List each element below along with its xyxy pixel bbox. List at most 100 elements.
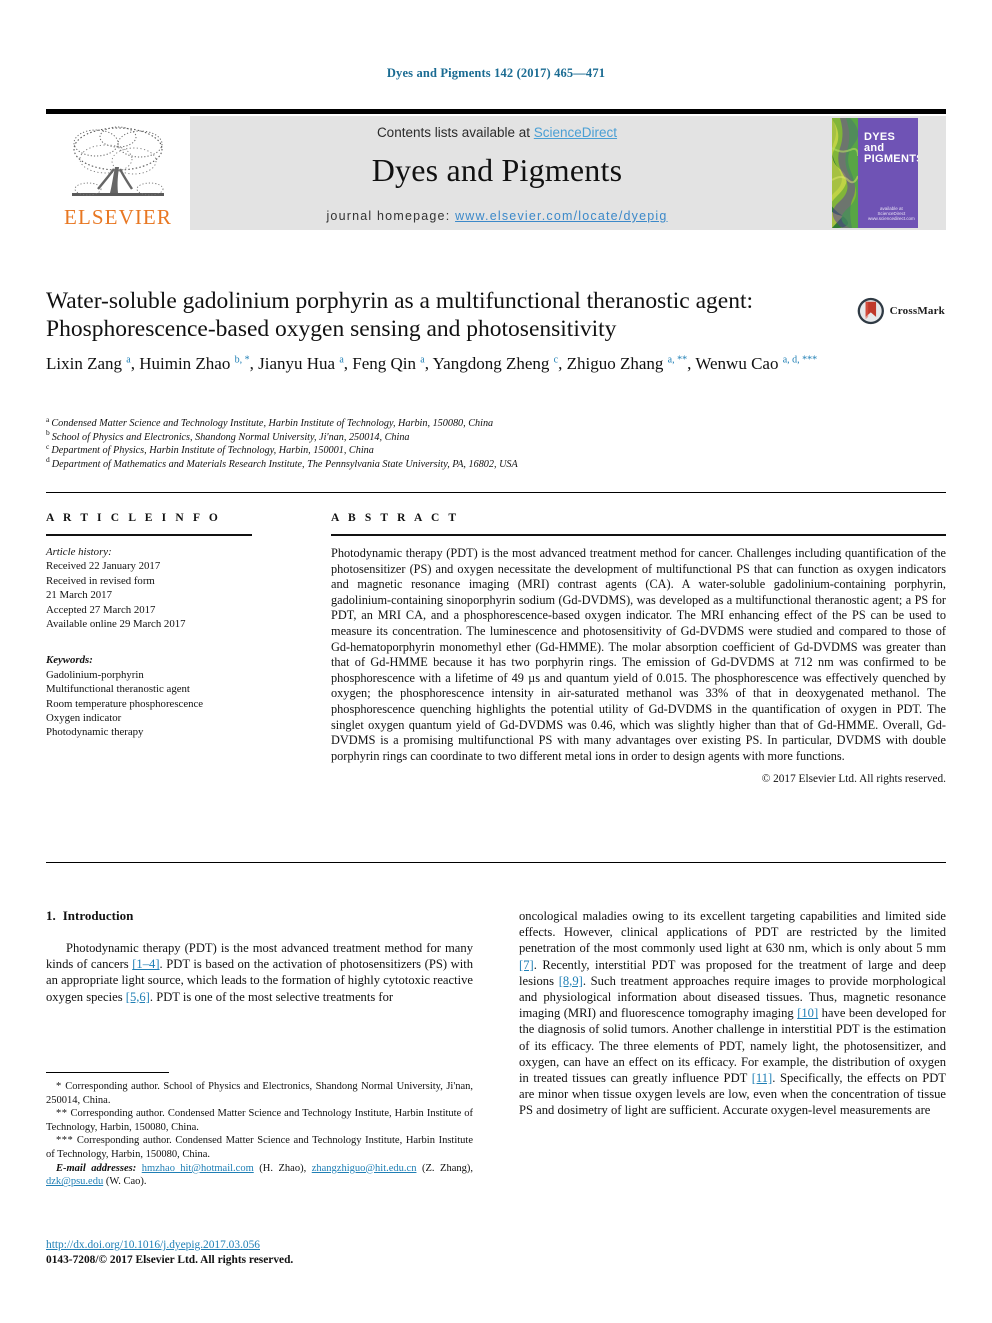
intro-paragraph-left: Photodynamic therapy (PDT) is the most a… bbox=[46, 941, 474, 1004]
cover-title-line3: PIGMENTS bbox=[864, 153, 918, 165]
running-head: Dyes and Pigments 142 (2017) 465—471 bbox=[386, 66, 606, 80]
homepage-label: journal homepage: bbox=[326, 209, 456, 223]
affiliation-text: Department of Physics, Harbin Institute … bbox=[51, 445, 374, 457]
keyword-item: Gadolinium-porphyrin bbox=[46, 668, 144, 681]
cover-title-text: DYES and PIGMENTS bbox=[864, 132, 918, 165]
journal-cover-container: DYES and PIGMENTS available at ScienceDi… bbox=[804, 116, 946, 230]
article-history-item: Received in revised form bbox=[46, 574, 155, 587]
article-history-item: 21 March 2017 bbox=[46, 589, 112, 602]
email-label: E-mail addresses: bbox=[56, 1162, 142, 1174]
affiliation-marker: c bbox=[46, 441, 50, 451]
citation-link[interactable]: [1–4] bbox=[132, 957, 159, 971]
contents-prefix: Contents lists available at bbox=[376, 125, 534, 140]
author-affiliation-marker: c bbox=[553, 354, 559, 366]
email-link[interactable]: dzk@psu.edu bbox=[46, 1176, 103, 1187]
author-affiliation-marker: b, * bbox=[234, 354, 250, 366]
affiliation-item: c Department of Physics, Harbin Institute… bbox=[46, 441, 876, 458]
article-info-rule bbox=[46, 534, 252, 536]
article-history-item: Available online 29 March 2017 bbox=[46, 618, 186, 631]
corresponding-author-2: ** Corresponding author. Condensed Matte… bbox=[46, 1107, 473, 1134]
sciencedirect-link[interactable]: ScienceDirect bbox=[534, 125, 617, 140]
crossmark-label: CrossMark bbox=[889, 305, 945, 317]
author-name: Lixin Zang bbox=[46, 354, 127, 373]
journal-homepage-link[interactable]: www.elsevier.com/locate/dyepig bbox=[455, 209, 667, 223]
corr-text-3: Corresponding author. Condensed Matter S… bbox=[46, 1135, 474, 1160]
issn-copyright-line: 0143-7208/© 2017 Elsevier Ltd. All right… bbox=[46, 1254, 294, 1266]
footnote-block: * Corresponding author. School of Physic… bbox=[46, 1072, 473, 1189]
abstract-heading: A B S T R A C T bbox=[331, 512, 460, 524]
article-history-label: Article history: bbox=[46, 546, 112, 558]
journal-title: Dyes and Pigments bbox=[371, 152, 623, 188]
keywords-lines: Gadolinium-porphyrin Multifunctional ther… bbox=[46, 668, 281, 740]
elsevier-tree-icon bbox=[72, 126, 164, 196]
section-title: Introduction bbox=[62, 908, 134, 923]
citation-link[interactable]: [10] bbox=[797, 1006, 818, 1020]
corr-star-3: *** bbox=[56, 1135, 74, 1147]
article-history-lines: Received 22 January 2017 Received in revi… bbox=[46, 559, 281, 631]
citation-link[interactable]: [5,6] bbox=[126, 990, 150, 1004]
cover-footer-line3: www.sciencedirect.com bbox=[868, 216, 915, 221]
info-abstract-top-rule bbox=[46, 492, 946, 493]
keyword-item: Oxygen indicator bbox=[46, 712, 122, 725]
contents-available-line: Contents lists available at ScienceDirec… bbox=[377, 125, 617, 140]
journal-homepage-line: journal homepage: www.elsevier.com/locat… bbox=[326, 209, 667, 223]
page-title: Water-soluble gadolinium porphyrin as a … bbox=[46, 288, 754, 342]
affiliation-list: a Condensed Matter Science and Technology… bbox=[46, 415, 876, 472]
cover-sciencedirect-badge: available at ScienceDirect www.sciencedi… bbox=[868, 206, 915, 221]
author-name: Feng Qin bbox=[352, 354, 421, 373]
body-column-right: oncological maladies owing to its excell… bbox=[519, 908, 946, 1119]
crossmark-badge[interactable]: CrossMark bbox=[857, 288, 945, 334]
author-affiliation-marker: a, d, *** bbox=[782, 354, 818, 366]
citation-link[interactable]: [7] bbox=[519, 958, 534, 972]
article-info-column: A R T I C L E I N F O Article history: R… bbox=[46, 512, 281, 740]
article-info-heading: A R T I C L E I N F O bbox=[46, 512, 221, 524]
section-number: 1. bbox=[46, 908, 56, 923]
elsevier-wordmark: ELSEVIER bbox=[64, 205, 172, 229]
journal-cover-image: DYES and PIGMENTS available at ScienceDi… bbox=[832, 118, 918, 228]
author-affiliation-marker: a bbox=[126, 354, 131, 366]
corresponding-author-3: *** Corresponding author. Condensed Matt… bbox=[46, 1134, 473, 1161]
cover-artwork bbox=[832, 118, 858, 228]
keyword-item: Room temperature phosphorescence bbox=[46, 697, 204, 710]
corr-text-2: Corresponding author. Condensed Matter S… bbox=[46, 1108, 473, 1133]
doi-link[interactable]: http://dx.doi.org/10.1016/j.dyepig.2017.… bbox=[46, 1239, 260, 1251]
affiliation-text: School of Physics and Electronics, Shand… bbox=[51, 431, 410, 443]
email-owner: (Z. Zhang), bbox=[416, 1162, 473, 1174]
abstract-rule bbox=[331, 534, 946, 536]
email-link[interactable]: zhangzhiguo@hit.edu.cn bbox=[312, 1163, 417, 1174]
email-link[interactable]: hmzhao_hit@hotmail.com bbox=[142, 1163, 254, 1174]
elsevier-logo: ELSEVIER bbox=[46, 116, 190, 230]
journal-masthead: ELSEVIER Contents lists available at Sci… bbox=[46, 109, 946, 231]
keywords-block: Keywords: Gadolinium-porphyrin Multifunct… bbox=[46, 653, 281, 739]
section-heading-introduction: 1. Introduction bbox=[46, 908, 473, 924]
citation-link[interactable]: [8,9] bbox=[559, 974, 583, 988]
article-history-item: Accepted 27 March 2017 bbox=[46, 603, 156, 616]
intro-paragraph-right: oncological maladies owing to its excell… bbox=[519, 909, 947, 1118]
masthead-top-rule bbox=[46, 109, 946, 114]
crossmark-icon bbox=[857, 297, 884, 325]
affiliation-item: b School of Physics and Electronics, Shan… bbox=[46, 428, 876, 445]
author-name: Yangdong Zheng bbox=[432, 354, 554, 373]
affiliation-marker: d bbox=[46, 455, 50, 465]
footnote-rule bbox=[46, 1072, 169, 1073]
corr-star-2: ** bbox=[56, 1108, 68, 1120]
masthead-center-panel: Contents lists available at ScienceDirec… bbox=[190, 116, 804, 230]
author-affiliation-marker: a bbox=[420, 354, 425, 366]
author-affiliation-marker: a bbox=[339, 354, 344, 366]
affiliation-text: Condensed Matter Science and Technology … bbox=[51, 418, 494, 429]
author-list: Lixin Zang a, Huimin Zhao b, *, Jianyu H… bbox=[46, 354, 818, 373]
keyword-item: Photodynamic therapy bbox=[46, 726, 144, 739]
corr-text-1: Corresponding author. School of Physics … bbox=[46, 1081, 474, 1106]
affiliation-item: a Condensed Matter Science and Technology… bbox=[46, 415, 876, 431]
affiliation-marker: b bbox=[46, 428, 50, 438]
paper-page: Dyes and Pigments 142 (2017) 465—471 ELS… bbox=[0, 0, 992, 1323]
corr-star-1: * bbox=[56, 1081, 62, 1092]
affiliation-text: Department of Mathematics and Materials … bbox=[51, 458, 518, 470]
author-name: Wenwu Cao bbox=[695, 354, 783, 373]
affiliation-item: d Department of Mathematics and Materials… bbox=[46, 455, 876, 472]
citation-link[interactable]: [11] bbox=[752, 1071, 773, 1085]
corresponding-author-1: * Corresponding author. School of Physic… bbox=[46, 1080, 473, 1107]
author-name: Zhiguo Zhang bbox=[566, 354, 668, 373]
abstract-text: Photodynamic therapy (PDT) is the most a… bbox=[331, 546, 946, 763]
author-name: Huimin Zhao bbox=[139, 354, 235, 373]
